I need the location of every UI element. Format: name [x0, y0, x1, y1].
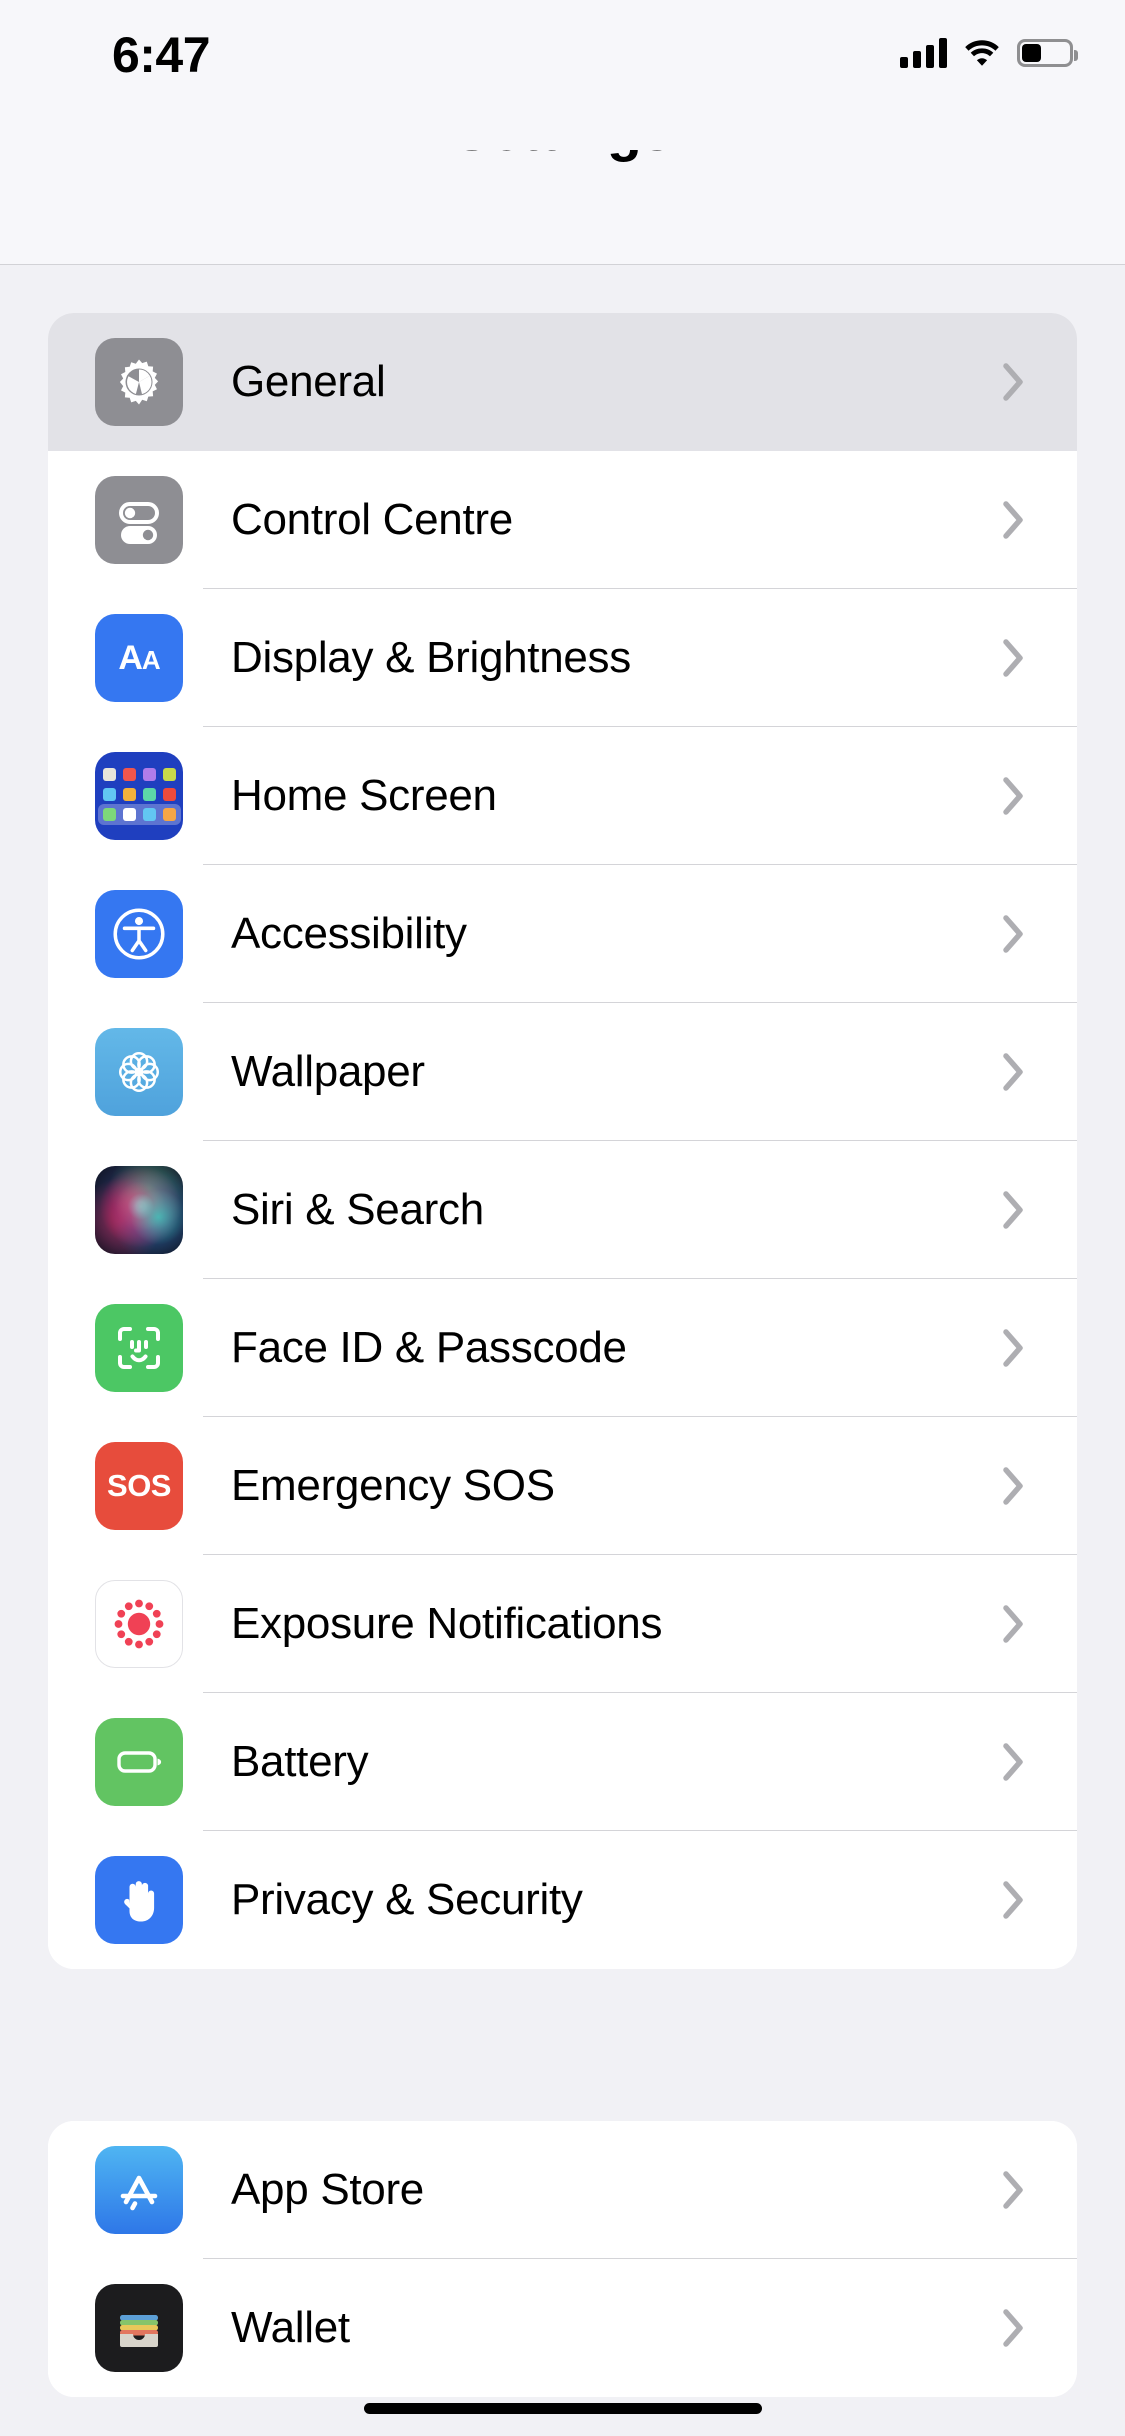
- settings-list[interactable]: General Control Centre AA Display & Brig…: [0, 266, 1125, 2436]
- settings-row-label: Wallpaper: [231, 1047, 425, 1096]
- settings-row-label: Accessibility: [231, 909, 467, 958]
- settings-row-label: Display & Brightness: [231, 633, 631, 682]
- status-bar-indicators: [900, 34, 1078, 72]
- chevron-right-icon: [1003, 1190, 1025, 1230]
- chevron-right-icon: [1003, 914, 1025, 954]
- chevron-right-icon: [1003, 2170, 1025, 2210]
- settings-row-wallet[interactable]: Wallet: [48, 2259, 1077, 2397]
- settings-row-label: Face ID & Passcode: [231, 1323, 627, 1372]
- wifi-icon: [963, 38, 1001, 68]
- settings-row-label: App Store: [231, 2165, 424, 2214]
- chevron-right-icon: [1003, 776, 1025, 816]
- settings-row-label: General: [231, 357, 386, 406]
- gear-icon: [95, 338, 183, 426]
- sos-text: SOS: [107, 1468, 171, 1503]
- face-id-icon: [95, 1304, 183, 1392]
- settings-row-label: Privacy & Security: [231, 1875, 583, 1924]
- settings-row-app-store[interactable]: App Store: [48, 2121, 1077, 2259]
- chevron-right-icon: [1003, 1742, 1025, 1782]
- settings-row-accessibility[interactable]: Accessibility: [48, 865, 1077, 1003]
- wallet-icon: [95, 2284, 183, 2372]
- battery-settings-icon: [95, 1718, 183, 1806]
- chevron-right-icon: [1003, 1604, 1025, 1644]
- settings-row-display-brightness[interactable]: AA Display & Brightness: [48, 589, 1077, 727]
- settings-row-label: Exposure Notifications: [231, 1599, 663, 1648]
- chevron-right-icon: [1003, 1328, 1025, 1368]
- chevron-right-icon: [1003, 2308, 1025, 2348]
- settings-row-battery[interactable]: Battery: [48, 1693, 1077, 1831]
- emergency-sos-icon: SOS: [95, 1442, 183, 1530]
- settings-row-exposure-notifications[interactable]: Exposure Notifications: [48, 1555, 1077, 1693]
- chevron-right-icon: [1003, 1466, 1025, 1506]
- cellular-bars-icon: [900, 38, 947, 68]
- battery-icon: [1017, 39, 1078, 67]
- settings-row-siri-search[interactable]: Siri & Search: [48, 1141, 1077, 1279]
- chevron-right-icon: [1003, 500, 1025, 540]
- privacy-hand-icon: [95, 1856, 183, 1944]
- settings-row-label: Emergency SOS: [231, 1461, 555, 1510]
- settings-row-emergency-sos[interactable]: SOS Emergency SOS: [48, 1417, 1077, 1555]
- exposure-notifications-icon: [95, 1580, 183, 1668]
- status-bar: 6:47: [0, 0, 1125, 150]
- settings-row-label: Control Centre: [231, 495, 513, 544]
- status-bar-time: 6:47: [111, 27, 211, 83]
- settings-row-privacy-security[interactable]: Privacy & Security: [48, 1831, 1077, 1969]
- home-screen-icon: [95, 752, 183, 840]
- chevron-right-icon: [1003, 362, 1025, 402]
- settings-row-label: Battery: [231, 1737, 369, 1786]
- display-brightness-icon: AA: [95, 614, 183, 702]
- chevron-right-icon: [1003, 1052, 1025, 1092]
- settings-row-home-screen[interactable]: Home Screen: [48, 727, 1077, 865]
- siri-icon: [95, 1166, 183, 1254]
- control-centre-icon: [95, 476, 183, 564]
- settings-row-label: Siri & Search: [231, 1185, 484, 1234]
- wallpaper-icon: [95, 1028, 183, 1116]
- settings-row-label: Home Screen: [231, 771, 497, 820]
- settings-group-stores: App Store Wallet: [48, 2121, 1077, 2397]
- settings-row-wallpaper[interactable]: Wallpaper: [48, 1003, 1077, 1141]
- settings-row-control-centre[interactable]: Control Centre: [48, 451, 1077, 589]
- settings-row-label: Wallet: [231, 2303, 350, 2352]
- settings-row-face-id-passcode[interactable]: Face ID & Passcode: [48, 1279, 1077, 1417]
- accessibility-icon: [95, 890, 183, 978]
- chevron-right-icon: [1003, 638, 1025, 678]
- settings-row-general[interactable]: General: [48, 313, 1077, 451]
- iphone-settings-screen: Settings 6:47: [0, 0, 1125, 2436]
- home-indicator[interactable]: [363, 2403, 762, 2414]
- app-store-icon: [95, 2146, 183, 2234]
- chevron-right-icon: [1003, 1880, 1025, 1920]
- settings-group-system: General Control Centre AA Display & Brig…: [48, 313, 1077, 1969]
